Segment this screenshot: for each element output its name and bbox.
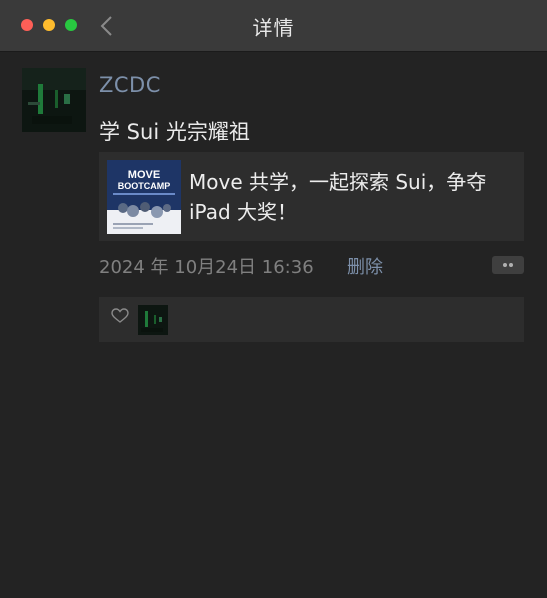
thumbnail-line2: BOOTCAMP [118, 181, 171, 191]
more-button[interactable] [492, 256, 524, 274]
heart-icon [111, 308, 129, 323]
shared-link-card[interactable]: MOVE BOOTCAMP Move 共学，一起探索 Sui，争夺 iPad 大… [99, 152, 524, 241]
thumbnail-line1: MOVE [128, 169, 160, 181]
author-avatar[interactable] [22, 68, 86, 132]
likes-section [99, 297, 524, 342]
liker-avatar[interactable] [138, 305, 168, 335]
post-text: 学 Sui 光宗耀祖 [99, 120, 250, 144]
window-title: 详情 [252, 16, 295, 40]
post-timestamp: 2024 年 10月24日 16:36 [99, 257, 314, 278]
author-name[interactable]: ZCDC [99, 73, 161, 97]
delete-button[interactable]: 删除 [347, 253, 383, 279]
title-bar: 详情 [0, 0, 547, 52]
link-thumbnail: MOVE BOOTCAMP [107, 160, 181, 234]
link-title: Move 共学，一起探索 Sui，争夺 iPad 大奖！ [189, 170, 487, 224]
